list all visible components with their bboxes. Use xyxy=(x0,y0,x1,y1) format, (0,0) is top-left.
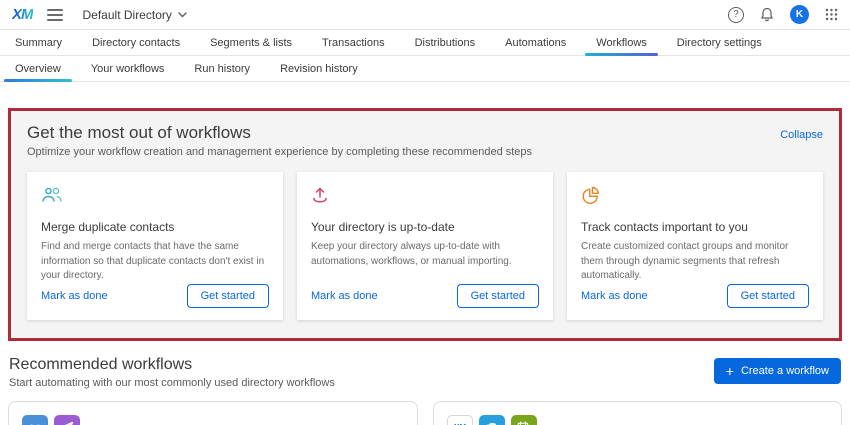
tab-summary[interactable]: Summary xyxy=(0,30,77,55)
code-braces-icon: {a} xyxy=(22,415,48,425)
tab-automations[interactable]: Automations xyxy=(490,30,581,55)
tab-overview[interactable]: Overview xyxy=(0,56,76,81)
create-workflow-button[interactable]: + Create a workflow xyxy=(714,358,841,384)
card-description: Find and merge contacts that have the sa… xyxy=(41,240,269,284)
tab-distributions[interactable]: Distributions xyxy=(400,30,491,55)
collapse-link[interactable]: Collapse xyxy=(780,129,823,141)
pie-chart-icon xyxy=(581,186,600,205)
tab-run-history[interactable]: Run history xyxy=(179,56,265,81)
app-grid-icon[interactable] xyxy=(825,8,838,21)
onboarding-card-directory-up-to-date: Your directory is up-to-date Keep your d… xyxy=(297,172,553,320)
card-description: Create customized contact groups and mon… xyxy=(581,240,809,284)
mark-as-done-link[interactable]: Mark as done xyxy=(311,290,378,302)
onboarding-title: Get the most out of workflows xyxy=(27,123,532,143)
recommended-title: Recommended workflows xyxy=(9,356,335,374)
chevron-down-icon xyxy=(178,12,187,18)
calendar-clock-icon xyxy=(511,415,537,425)
paper-plane-icon xyxy=(54,415,80,425)
get-started-button[interactable]: Get started xyxy=(187,284,269,308)
user-avatar[interactable]: K xyxy=(790,5,809,24)
salesforce-cloud-icon xyxy=(479,415,505,425)
mark-as-done-link[interactable]: Mark as done xyxy=(581,290,648,302)
mark-as-done-link[interactable]: Mark as done xyxy=(41,290,108,302)
get-started-button[interactable]: Get started xyxy=(727,284,809,308)
help-icon[interactable]: ? xyxy=(728,7,744,23)
tab-directory-contacts[interactable]: Directory contacts xyxy=(77,30,195,55)
onboarding-card-merge-duplicates: Merge duplicate contacts Find and merge … xyxy=(27,172,283,320)
directory-selector[interactable]: Default Directory xyxy=(83,8,187,22)
directory-selector-label: Default Directory xyxy=(83,8,172,22)
primary-nav: Summary Directory contacts Segments & li… xyxy=(0,30,850,56)
card-title: Your directory is up-to-date xyxy=(311,220,539,234)
xm-icon: XM xyxy=(447,415,473,425)
get-started-button[interactable]: Get started xyxy=(457,284,539,308)
card-title: Merge duplicate contacts xyxy=(41,220,269,234)
xm-logo: XM xyxy=(12,6,33,23)
create-workflow-label: Create a workflow xyxy=(741,365,829,377)
onboarding-card-track-contacts: Track contacts important to you Create c… xyxy=(567,172,823,320)
tab-revision-history[interactable]: Revision history xyxy=(265,56,373,81)
card-description: Keep your directory always up-to-date wi… xyxy=(311,240,539,269)
secondary-nav: Overview Your workflows Run history Revi… xyxy=(0,56,850,82)
tab-directory-settings[interactable]: Directory settings xyxy=(662,30,777,55)
hamburger-menu-icon[interactable] xyxy=(47,9,63,21)
recommended-subtitle: Start automating with our most commonly … xyxy=(9,377,335,389)
onboarding-banner: Get the most out of workflows Optimize y… xyxy=(8,108,842,341)
bell-icon[interactable] xyxy=(760,7,774,22)
tab-workflows[interactable]: Workflows xyxy=(581,30,662,55)
tab-transactions[interactable]: Transactions xyxy=(307,30,400,55)
card-title: Track contacts important to you xyxy=(581,220,809,234)
workflow-card-xm-salesforce[interactable]: XM xyxy=(433,401,843,425)
recommended-heading: Recommended workflows Start automating w… xyxy=(9,356,335,389)
tab-your-workflows[interactable]: Your workflows xyxy=(76,56,180,81)
workflow-card-code-send[interactable]: {a} xyxy=(8,401,418,425)
onboarding-heading: Get the most out of workflows Optimize y… xyxy=(27,123,532,158)
onboarding-subtitle: Optimize your workflow creation and mana… xyxy=(27,146,532,158)
upload-icon xyxy=(311,186,329,204)
tab-segments-lists[interactable]: Segments & lists xyxy=(195,30,307,55)
plus-icon: + xyxy=(726,366,734,376)
top-bar: XM Default Directory ? K xyxy=(0,0,850,30)
duplicate-contacts-icon xyxy=(41,186,63,203)
